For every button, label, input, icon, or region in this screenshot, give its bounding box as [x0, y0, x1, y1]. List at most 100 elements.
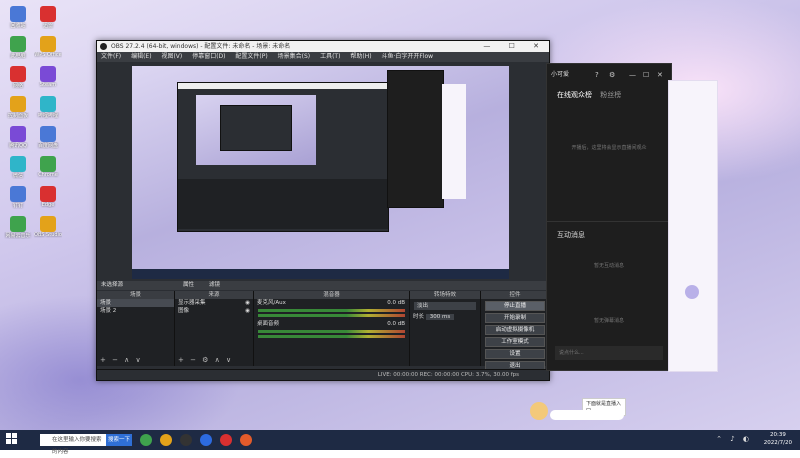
avatar[interactable]	[685, 285, 699, 299]
source-item[interactable]: 显示器采集 ◉	[175, 299, 253, 307]
app-icon	[40, 216, 56, 232]
live-entry-bubble[interactable]: 下面就是直播入口	[530, 398, 626, 424]
desktop-icon[interactable]: OBS Studio	[34, 216, 62, 238]
tab-online-rank[interactable]: 在线观众榜	[557, 91, 592, 99]
obs-taskbar-icon[interactable]	[180, 434, 192, 446]
windows-start-icon[interactable]	[6, 433, 18, 445]
desktop-icon[interactable]: 网络	[4, 66, 32, 89]
chat-input[interactable]: 说点什么...	[555, 346, 663, 360]
desktop-icon[interactable]: Edge	[34, 186, 62, 208]
scene-tools[interactable]: + − ∧ ∨	[100, 356, 143, 364]
track-name: 桌面音频	[257, 321, 280, 327]
help-icon[interactable]: ?	[595, 64, 599, 86]
app-icon	[10, 6, 26, 22]
menu-help[interactable]: 帮助(H)	[350, 53, 371, 60]
desktop-icon-label: Edge	[41, 202, 55, 208]
desktop-icon[interactable]: 网易云音乐	[4, 216, 32, 239]
source-name: 图像	[178, 308, 190, 314]
menu-tools[interactable]: 工具(T)	[320, 53, 340, 60]
volume-slider[interactable]	[258, 335, 405, 338]
app-icon	[10, 156, 26, 172]
settings-button[interactable]: 设置	[485, 349, 545, 359]
window-controls[interactable]: — ☐ ✕	[483, 41, 547, 52]
controls-title: 控件	[481, 291, 549, 299]
desktop-icon[interactable]: 哔哩哔哩	[34, 96, 62, 119]
eye-icon[interactable]: ◉	[245, 307, 250, 315]
desktop-icon[interactable]: 控制面板	[4, 96, 32, 119]
app-icon-red[interactable]	[220, 434, 232, 446]
menu-scene-collection[interactable]: 场景集合(S)	[278, 53, 311, 60]
bubble-toolbar[interactable]	[550, 410, 624, 420]
desktop-icon[interactable]: 腾讯QQ	[4, 126, 32, 149]
obs-window[interactable]: OBS 27.2.4 (64-bit, windows) - 配置文件: 未命名…	[96, 40, 553, 381]
audio-meter	[258, 330, 405, 333]
obs-menubar[interactable]: 文件(F) 编辑(E) 视图(V) 停靠窗口(D) 配置文件(P) 场景集合(S…	[97, 52, 549, 62]
source-tools[interactable]: + − ⚙ ∧ ∨	[178, 356, 233, 364]
maximize-icon[interactable]: ☐	[643, 64, 649, 86]
menu-profile[interactable]: 配置文件(P)	[235, 53, 267, 60]
app-icon	[10, 216, 26, 232]
eye-icon[interactable]: ◉	[245, 299, 250, 307]
desktop-icon[interactable]: Steam	[34, 66, 62, 88]
app-icon-douyu[interactable]	[240, 434, 252, 446]
gear-icon[interactable]: ⚙	[609, 64, 615, 86]
no-source-label: 未选择源	[101, 282, 124, 288]
scene-item[interactable]: 场景 2	[97, 307, 174, 315]
tab-fans-rank[interactable]: 粉丝榜	[600, 91, 621, 99]
app-icon	[40, 96, 56, 112]
taskbar: 在这里输入你要搜索的内容 搜索一下 ⌃ ♪ ◐ 20:39 2022/7/20	[0, 430, 800, 455]
live-chat-panel[interactable]: 小可爱 ? ⚙ — ☐ ✕ 在线观众榜 粉丝榜 开播后，这里将会显示直播间观众 …	[546, 63, 672, 371]
app-icon-blue[interactable]	[200, 434, 212, 446]
close-icon[interactable]: ✕	[657, 64, 663, 86]
chat-header: 小可爱 ? ⚙ — ☐ ✕	[547, 64, 671, 86]
obs-titlebar[interactable]: OBS 27.2.4 (64-bit, windows) - 配置文件: 未命名…	[97, 41, 549, 52]
menu-docks[interactable]: 停靠窗口(D)	[192, 53, 225, 60]
transition-select[interactable]: 淡出	[414, 302, 476, 310]
studio-mode-button[interactable]: 工作室模式	[485, 337, 545, 347]
virtual-camera-button[interactable]: 启动虚拟摄像机	[485, 325, 545, 335]
transitions-dock: 转场特效 淡出 时长 300 ms	[410, 291, 481, 366]
obs-preview[interactable]	[132, 66, 509, 279]
app-icon	[40, 126, 56, 142]
filters-button[interactable]: 滤镜	[209, 281, 220, 290]
duration-row: 时长 300 ms	[410, 313, 480, 321]
taskbar-clock[interactable]: 20:39 2022/7/20	[764, 431, 792, 447]
desktop-icon[interactable]: 此电脑	[4, 36, 32, 59]
desktop-icon[interactable]: 迅雷	[34, 6, 62, 29]
desktop-icon[interactable]: 微信	[4, 156, 32, 179]
start-recording-button[interactable]: 开始录制	[485, 313, 545, 323]
source-item[interactable]: 图像 ◉	[175, 307, 253, 315]
desktop-icon[interactable]: 百度网盘	[34, 126, 62, 149]
app-icon	[40, 6, 56, 22]
volume-slider[interactable]	[258, 314, 405, 317]
menu-edit[interactable]: 编辑(E)	[131, 53, 151, 60]
desktop-icon[interactable]: WPS Office	[34, 36, 62, 58]
desktop-icon-label: 哔哩哔哩	[37, 113, 58, 119]
desktop-icon-label: Steam	[39, 82, 57, 88]
minimize-icon[interactable]: —	[629, 64, 636, 86]
desktop-icon-label: Chrome	[38, 172, 58, 178]
desktop-icon[interactable]: 回收站	[4, 6, 32, 29]
app-icon-orange[interactable]	[160, 434, 172, 446]
properties-button[interactable]: 属性	[183, 281, 194, 290]
desktop-icon[interactable]: Chrome	[34, 156, 62, 178]
desktop-icon-label: 回收站	[10, 23, 26, 29]
side-browser-panel[interactable]	[668, 80, 718, 372]
app-icon	[10, 36, 26, 52]
app-icon	[10, 186, 26, 202]
app-icon-green[interactable]	[140, 434, 152, 446]
system-tray[interactable]: ⌃ ♪ ◐	[716, 435, 752, 443]
search-button[interactable]: 搜索一下	[106, 434, 132, 446]
taskbar-search-input[interactable]: 在这里输入你要搜索的内容	[40, 434, 106, 455]
stop-streaming-button[interactable]: 停止直播	[485, 301, 545, 311]
desktop-icon[interactable]: 钉钉	[4, 186, 32, 209]
desktop-icon-label: 控制面板	[7, 113, 28, 119]
menu-view[interactable]: 视图(V)	[161, 53, 182, 60]
app-icon	[10, 96, 26, 112]
duration-input[interactable]: 300 ms	[425, 314, 455, 320]
menu-file[interactable]: 文件(F)	[101, 53, 121, 60]
desktop-icon-label: WPS Office	[34, 52, 62, 58]
scenes-title: 场景	[97, 291, 174, 299]
menu-plugin[interactable]: 斗鱼·白字开开Flow	[381, 53, 433, 60]
scene-item[interactable]: 场景	[97, 299, 174, 307]
